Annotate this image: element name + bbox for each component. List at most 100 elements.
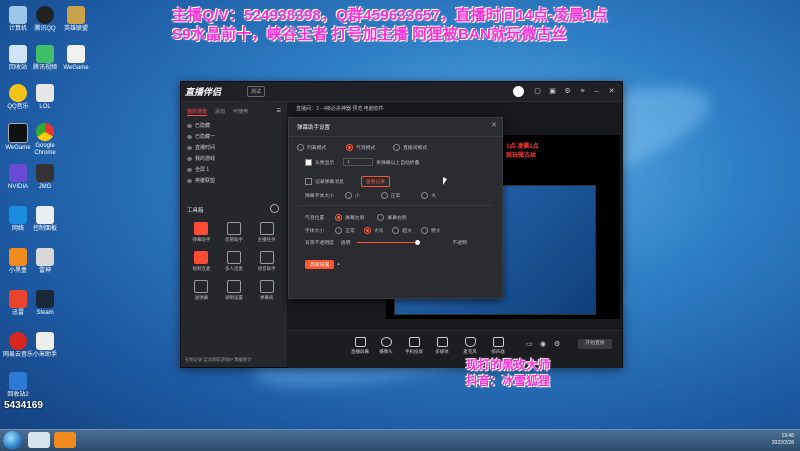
radio-icon[interactable] [392, 227, 400, 234]
minimize-icon[interactable]: – [592, 87, 601, 96]
mode-room[interactable]: 直播间模式 [393, 144, 427, 151]
message-icon[interactable]: ▢ [533, 87, 542, 96]
add-scene-icon[interactable]: ☰ [277, 108, 281, 116]
chevron-up-icon[interactable]: ▴ [337, 262, 339, 267]
scene-item[interactable]: 已隐藏一 [181, 131, 287, 142]
source-phone[interactable]: 手机投屏 [402, 337, 426, 355]
desktop-icon-xiaomi[interactable]: 小米助手 [27, 332, 63, 359]
radio-icon[interactable] [363, 227, 371, 234]
app-icon [9, 372, 27, 390]
radio-icon[interactable] [335, 227, 343, 234]
watermark-number: 5434169 [4, 400, 43, 411]
checkbox-icon[interactable] [305, 178, 312, 185]
eye-icon[interactable] [187, 134, 192, 139]
desktop-icon-leishen[interactable]: 雷神 [27, 248, 63, 275]
more-icon[interactable] [270, 204, 279, 213]
source-speaker[interactable]: 扬声器 [486, 337, 510, 355]
tool-multi-link[interactable]: 多人连麦 [218, 251, 251, 272]
font-size-row: 字体大小 正常 大号 超大 特大 [305, 227, 441, 234]
start-live-button[interactable]: 开始直播 [578, 339, 612, 349]
clock-date[interactable]: 2022/2/28 [772, 440, 794, 447]
radio-icon[interactable] [380, 192, 388, 199]
desktop-icon-lol[interactable]: 英雄联盟 [58, 6, 94, 33]
source-mic[interactable]: 麦克风 [458, 337, 482, 355]
opacity-slider[interactable] [357, 240, 421, 245]
checkbox-icon[interactable] [305, 158, 312, 166]
gift-icon[interactable]: ▣ [548, 87, 557, 96]
radio-icon[interactable] [346, 144, 353, 151]
scene-item[interactable]: 英雄联盟 [181, 175, 287, 186]
eye-icon[interactable] [187, 167, 192, 172]
danmu-icon [194, 222, 209, 235]
scene-item[interactable]: 已隐藏 [181, 120, 287, 131]
source-camera[interactable]: 摄像头 [374, 337, 398, 355]
start-button[interactable] [3, 431, 22, 450]
scene-item[interactable]: 直播时间 [181, 142, 287, 153]
desktop-icon-jmg[interactable]: JMG [27, 164, 63, 191]
mode-list[interactable]: 列表模式 [297, 144, 326, 151]
desktop-icon-recycle2[interactable]: 回收站2 [0, 372, 36, 399]
radio-icon[interactable] [377, 214, 385, 221]
speaker-icon [492, 337, 504, 347]
view-record-button[interactable]: 查看记录 [360, 176, 390, 187]
radio-icon[interactable] [335, 214, 343, 221]
taskbar-explorer-icon[interactable] [28, 432, 50, 448]
radio-icon[interactable] [421, 227, 429, 234]
tool-tasks[interactable]: 主播任务 [250, 222, 283, 243]
slider-handle[interactable] [415, 240, 421, 245]
app-icon [36, 332, 54, 350]
gear-icon[interactable]: ⚙ [554, 340, 560, 348]
wegame-icon [8, 123, 28, 143]
source-media[interactable]: 多媒体 [430, 337, 454, 355]
eye-icon[interactable]: ◉ [540, 340, 546, 348]
source-screen[interactable]: 直播屏幕 [348, 337, 372, 355]
close-icon[interactable]: ✕ [491, 121, 497, 129]
music-icon [9, 332, 27, 350]
left-panel: 我的场景 添加 可使用 ☰ 已隐藏 已隐藏一 直播时间 我的游戏 全屏 1 英雄… [181, 102, 288, 367]
left-footer: 礼物记录 自动获取游戏IP 数据统计 [185, 357, 252, 362]
clock-time[interactable]: 13:46 [772, 433, 794, 440]
tab-add[interactable]: 添加 [215, 108, 225, 116]
eye-icon[interactable] [187, 123, 192, 128]
app-logo: 直播伴侣 [185, 87, 222, 97]
radio-icon[interactable] [421, 192, 429, 199]
desktop-icon-lol2[interactable]: LOL [27, 84, 63, 111]
close-icon[interactable]: ✕ [607, 87, 616, 96]
menu-icon[interactable]: ≡ [578, 87, 587, 96]
taskbar-app-icon[interactable] [54, 432, 76, 448]
scene-item[interactable]: 我的游戏 [181, 153, 287, 164]
tab-available[interactable]: 可使用 [233, 108, 248, 116]
desktop-icon-steam[interactable]: Steam [27, 290, 63, 317]
tab-my-scenes[interactable]: 我的场景 [187, 108, 208, 116]
tool-danmu-shop[interactable]: 弹幕商 [250, 280, 283, 301]
radio-icon[interactable] [344, 192, 352, 199]
version-badge[interactable]: 测试 [247, 86, 266, 97]
shield-icon [9, 206, 27, 224]
desktop-icon-wegame[interactable]: WeGame [58, 45, 94, 72]
radio-icon[interactable] [393, 144, 400, 151]
tool-send-danmu[interactable]: 送弹幕 [185, 280, 218, 301]
video-settings-icon[interactable]: ▭ [526, 340, 533, 348]
tool-record[interactable]: 录制设置 [218, 280, 251, 301]
desktop-icon-chrome[interactable]: Google Chrome [27, 123, 63, 157]
advanced-settings-button[interactable]: 高级设置 [305, 260, 335, 269]
voice-icon [259, 251, 274, 264]
tool-room-manager[interactable]: 房管助手 [218, 222, 251, 243]
eye-icon[interactable] [187, 178, 192, 183]
advanced-row: 高级设置 ▴ [305, 260, 340, 269]
settings-icon[interactable]: ⚙ [563, 87, 572, 96]
desktop-icon-panel[interactable]: 控制面板 [27, 206, 63, 233]
eye-icon[interactable] [187, 145, 192, 150]
tool-voice[interactable]: 语音助手 [250, 251, 283, 272]
tool-video-link[interactable]: 视频连麦 [185, 251, 218, 272]
task-icon [259, 222, 274, 235]
avatar[interactable] [513, 86, 524, 97]
eye-icon[interactable] [187, 156, 192, 161]
radio-icon[interactable] [297, 144, 304, 151]
scene-item[interactable]: 全屏 1 [181, 164, 287, 175]
tool-danmu-helper[interactable]: 弹幕助手 [185, 222, 218, 243]
app-icon [36, 206, 54, 224]
screen-icon [354, 337, 366, 347]
lines-select[interactable]: 1 [343, 158, 374, 166]
mode-bubble[interactable]: 气泡模式 [346, 144, 375, 151]
